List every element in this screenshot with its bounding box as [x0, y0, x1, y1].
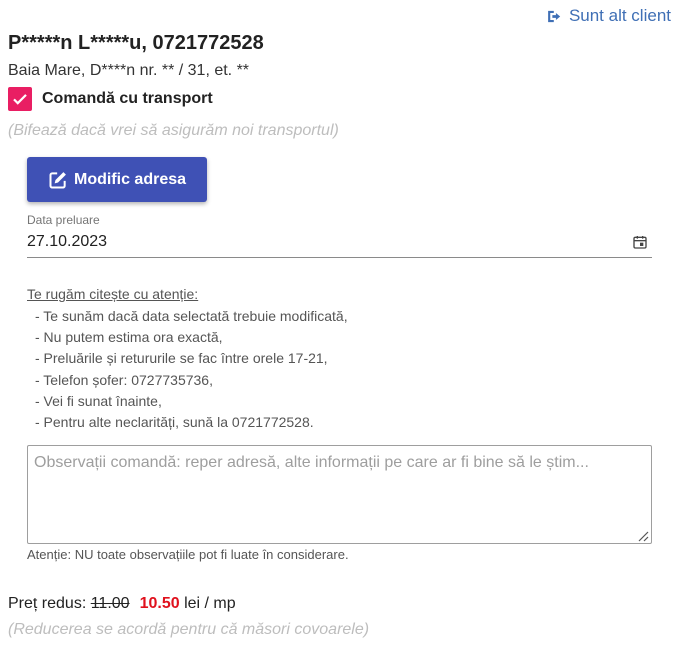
- price-row: Preț redus: 11.00 10.50 lei / mp: [8, 595, 236, 613]
- transport-hint: (Bifează dacă vrei să asigurăm noi trans…: [8, 122, 339, 139]
- notice-title: Te rugăm citește cu atenție:: [27, 286, 199, 302]
- switch-client-label: Sunt alt client: [568, 6, 671, 25]
- notes-disclaimer: Atenție: NU toate observațiile pot fi lu…: [27, 547, 349, 562]
- pickup-date-field: Data preluare 27.10.2023: [27, 213, 652, 258]
- discount-hint: (Reducerea se acordă pentru că măsori co…: [8, 621, 370, 638]
- order-notes-textarea[interactable]: [27, 445, 652, 544]
- pickup-date-input[interactable]: 27.10.2023: [27, 233, 652, 258]
- pickup-date-value: 27.10.2023: [27, 233, 108, 250]
- pickup-notice: Te rugăm citește cu atenție: - Te sunăm …: [27, 286, 348, 433]
- edit-address-label: Modific adresa: [73, 170, 187, 188]
- new-price: 10.50: [139, 595, 180, 612]
- notice-item: - Nu putem estima ora exactă,: [35, 329, 223, 346]
- transport-label: Comandă cu transport: [42, 90, 213, 107]
- transport-option[interactable]: Comandă cu transport: [8, 87, 213, 111]
- checkmark-icon: [13, 94, 27, 105]
- calendar-icon[interactable]: [632, 234, 648, 250]
- price-unit: lei / mp: [184, 595, 236, 612]
- notice-item: - Vei fi sunat înainte,: [35, 392, 162, 409]
- notice-item: - Pentru alte neclarități, sună la 07217…: [35, 414, 314, 431]
- old-price: 11.00: [90, 595, 130, 612]
- switch-client-link[interactable]: Sunt alt client: [546, 6, 671, 26]
- client-address: Baia Mare, D****n nr. ** / 31, et. **: [8, 62, 250, 79]
- sign-out-icon: [548, 10, 561, 22]
- pickup-date-label: Data preluare: [27, 213, 100, 227]
- client-name-phone: P*****n L*****u, 0721772528: [8, 32, 264, 54]
- transport-checkbox[interactable]: [8, 87, 32, 111]
- resize-grip-icon[interactable]: [637, 530, 649, 542]
- edit-square-icon: [49, 171, 66, 188]
- notice-item: - Te sunăm dacă data selectată trebuie m…: [35, 308, 348, 324]
- edit-address-button[interactable]: Modific adresa: [27, 157, 207, 202]
- price-label: Preț redus:: [8, 595, 87, 612]
- notice-item: - Telefon șofer: 0727735736,: [35, 371, 213, 388]
- notice-item: - Preluările și retururile se fac între …: [35, 350, 328, 367]
- notice-list: - Te sunăm dacă data selectată trebuie m…: [27, 306, 348, 433]
